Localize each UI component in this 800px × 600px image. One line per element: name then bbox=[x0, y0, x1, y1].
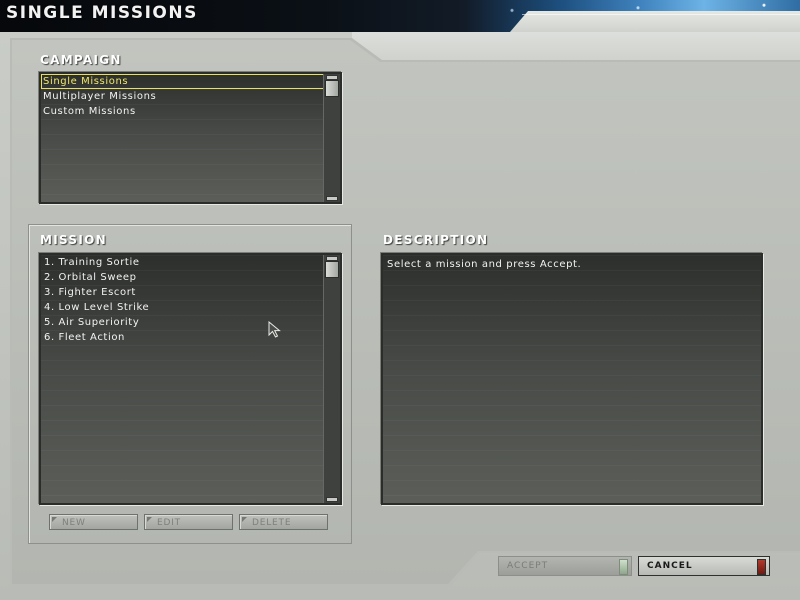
delete-button[interactable]: DELETE bbox=[239, 514, 328, 530]
accept-indicator bbox=[619, 559, 628, 575]
button-notch bbox=[52, 517, 57, 522]
cancel-indicator bbox=[757, 559, 766, 575]
edit-button[interactable]: EDIT bbox=[144, 514, 233, 530]
button-notch bbox=[147, 517, 152, 522]
campaign-item-single-missions[interactable]: Single Missions bbox=[41, 74, 338, 89]
scroll-down-icon[interactable] bbox=[326, 196, 338, 201]
mission-item-training-sortie[interactable]: 1. Training Sortie bbox=[41, 255, 340, 270]
button-notch bbox=[242, 517, 247, 522]
mission-item-air-superiority[interactable]: 5. Air Superiority bbox=[41, 315, 340, 330]
mission-scrollbar[interactable] bbox=[323, 255, 340, 503]
edit-button-label: EDIT bbox=[157, 518, 181, 528]
title-bar: SINGLE MISSIONS bbox=[0, 0, 800, 32]
mission-list[interactable]: 1. Training Sortie 2. Orbital Sweep 3. F… bbox=[39, 253, 342, 505]
mission-label: MISSION bbox=[40, 233, 107, 247]
new-button-label: NEW bbox=[62, 518, 86, 528]
description-label: DESCRIPTION bbox=[383, 233, 489, 247]
new-button[interactable]: NEW bbox=[49, 514, 138, 530]
page-title: SINGLE MISSIONS bbox=[6, 3, 198, 23]
campaign-scrollbar[interactable] bbox=[323, 74, 340, 202]
cancel-button[interactable]: CANCEL bbox=[638, 556, 770, 576]
mission-item-fighter-escort[interactable]: 3. Fighter Escort bbox=[41, 285, 340, 300]
delete-button-label: DELETE bbox=[252, 518, 292, 528]
header-tab-line bbox=[522, 14, 800, 15]
campaign-item-multiplayer-missions[interactable]: Multiplayer Missions bbox=[41, 89, 340, 104]
accept-button-label: ACCEPT bbox=[507, 561, 549, 571]
accept-button[interactable]: ACCEPT bbox=[498, 556, 632, 576]
top-right-strip bbox=[352, 32, 800, 60]
mission-item-fleet-action[interactable]: 6. Fleet Action bbox=[41, 330, 340, 345]
campaign-list[interactable]: Single Missions Multiplayer Missions Cus… bbox=[39, 72, 342, 204]
cancel-button-label: CANCEL bbox=[647, 561, 693, 571]
scroll-down-icon[interactable] bbox=[326, 497, 338, 502]
campaign-item-custom-missions[interactable]: Custom Missions bbox=[41, 104, 340, 119]
mission-item-low-level-strike[interactable]: 4. Low Level Strike bbox=[41, 300, 340, 315]
mission-item-orbital-sweep[interactable]: 2. Orbital Sweep bbox=[41, 270, 340, 285]
mission-scroll-thumb[interactable] bbox=[325, 261, 339, 278]
campaign-label: CAMPAIGN bbox=[40, 53, 122, 67]
description-text: Select a mission and press Accept. bbox=[387, 259, 582, 270]
campaign-scroll-thumb[interactable] bbox=[325, 80, 339, 97]
description-box: Select a mission and press Accept. bbox=[381, 253, 763, 505]
arrow-pointer-icon bbox=[268, 321, 281, 338]
